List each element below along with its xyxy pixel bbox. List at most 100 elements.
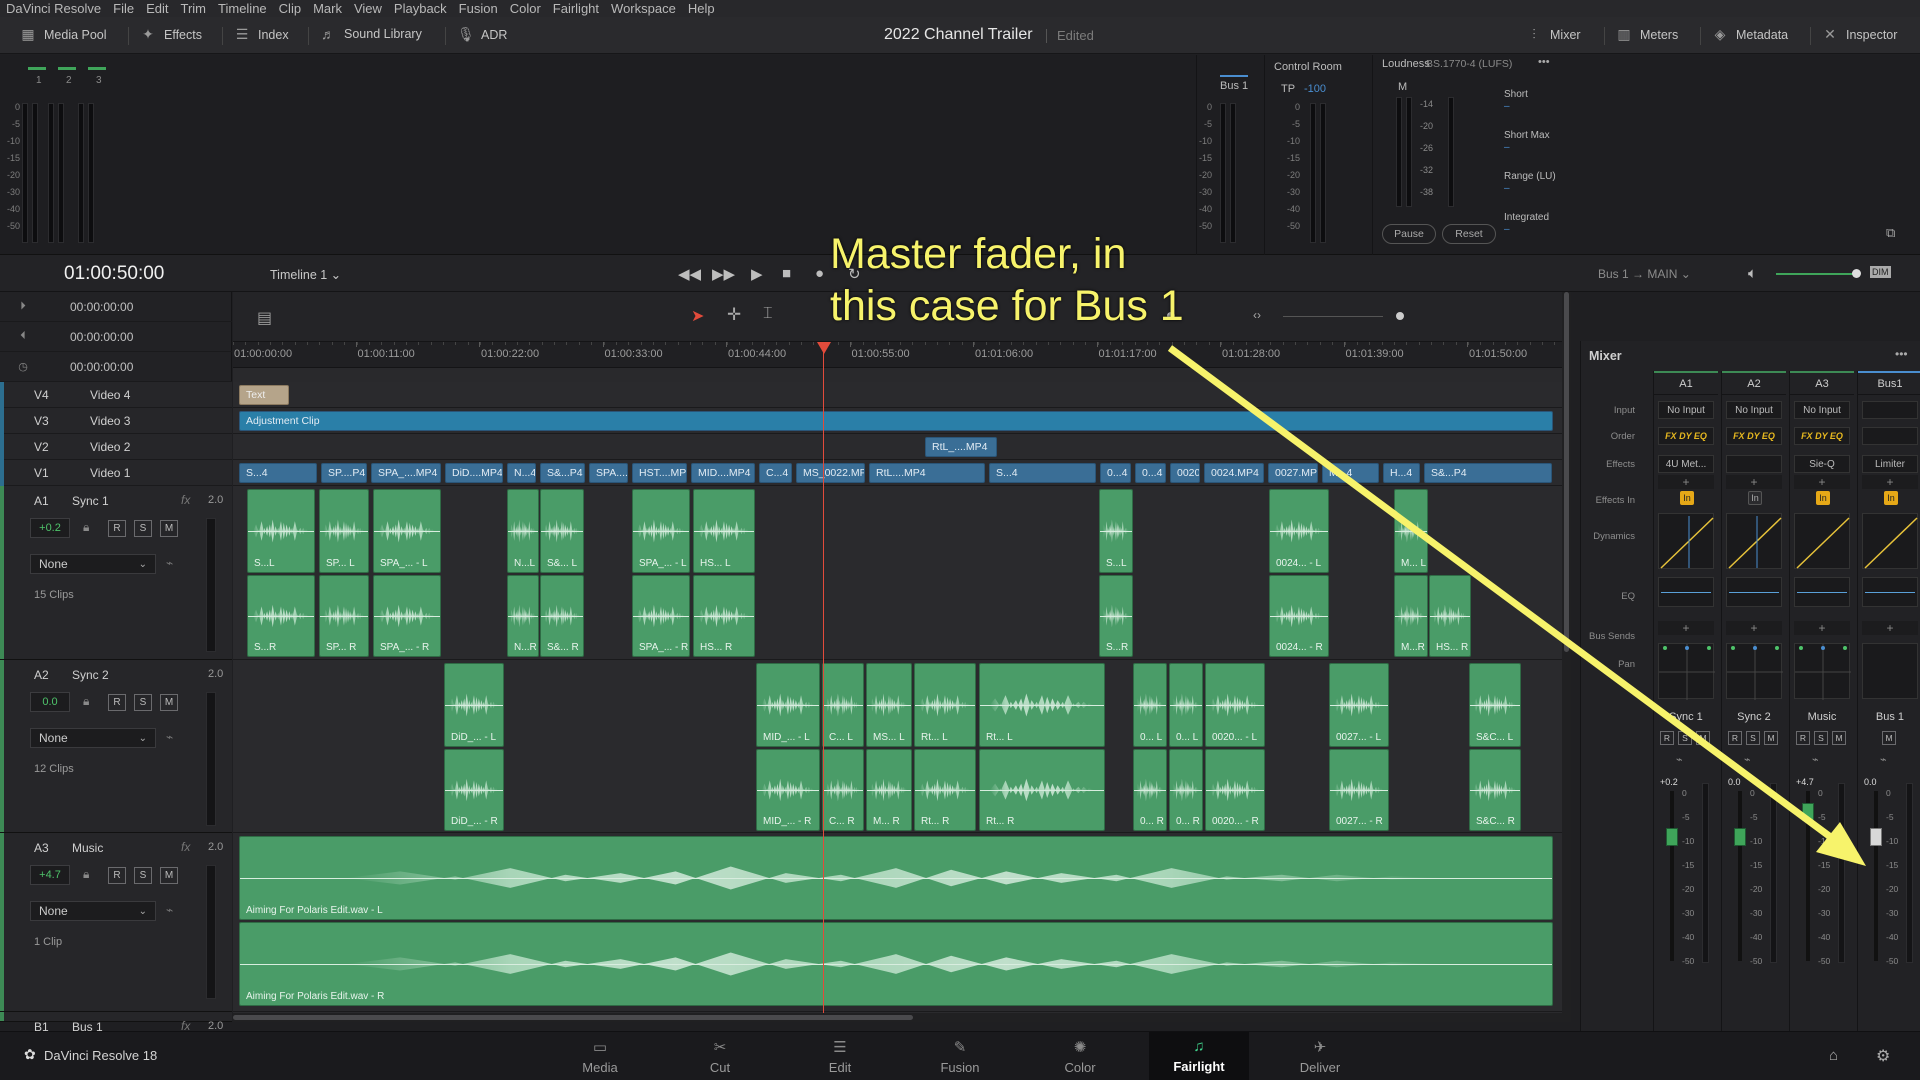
effects-in-button[interactable]: In bbox=[1816, 491, 1830, 505]
fader-value[interactable]: 0.0 bbox=[1864, 777, 1877, 787]
dim-button[interactable]: DIM bbox=[1870, 266, 1891, 278]
video-track-header[interactable]: V2 Video 2 bbox=[0, 434, 232, 460]
video-clip[interactable]: DiD....MP4 bbox=[445, 463, 503, 483]
audio-clip[interactable]: Aiming For Polaris Edit.wav - L bbox=[239, 836, 1553, 920]
video-clip[interactable]: RtL....MP4 bbox=[869, 463, 985, 483]
menu-fusion[interactable]: Fusion bbox=[459, 1, 498, 16]
automation-mode-select[interactable]: None ⌄ bbox=[30, 901, 156, 921]
automation-icon[interactable]: ⌁ bbox=[166, 730, 173, 744]
audio-clip[interactable]: M...R bbox=[1394, 575, 1428, 657]
add-effect-icon[interactable]: + bbox=[1862, 475, 1918, 489]
media-pool-button[interactable]: ▦ Media Pool bbox=[20, 26, 106, 43]
fader-track[interactable] bbox=[1874, 791, 1878, 961]
mixer-options-icon[interactable]: ••• bbox=[1895, 347, 1908, 361]
pointer-tool-icon[interactable]: ➤ bbox=[691, 306, 704, 326]
timeline-vertical-scrollbar[interactable] bbox=[1562, 292, 1571, 1022]
expand-icon[interactable]: ⧉ bbox=[1886, 225, 1895, 241]
automation-mode-select[interactable]: None ⌄ bbox=[30, 554, 156, 574]
audio-clip[interactable]: S&... R bbox=[540, 575, 584, 657]
video-clip[interactable]: HST....MP4 bbox=[632, 463, 687, 483]
effects-in-button[interactable]: In bbox=[1680, 491, 1694, 505]
audio-clip[interactable]: SPA_... - R bbox=[632, 575, 690, 657]
video-clip[interactable]: 0024.MP4 bbox=[1204, 463, 1264, 483]
pause-button[interactable]: Pause bbox=[1382, 224, 1436, 244]
eq-graph[interactable] bbox=[1862, 577, 1918, 607]
range-tool-icon[interactable]: ✛ bbox=[727, 305, 741, 325]
automation-icon[interactable]: ⌁ bbox=[166, 903, 173, 917]
playhead-handle[interactable] bbox=[817, 342, 831, 354]
mute-button[interactable]: M bbox=[1882, 731, 1896, 745]
audio-clip[interactable]: DiD_... - L bbox=[444, 663, 504, 747]
eq-graph[interactable] bbox=[1794, 577, 1850, 607]
solo-button[interactable]: S bbox=[1814, 731, 1828, 745]
video-lane-v1[interactable]: S...4 SP....P4 SPA_....MP4 DiD....MP4 N...4 S… bbox=[233, 460, 1571, 486]
automation-icon[interactable]: ⌁ bbox=[1676, 753, 1683, 766]
pan-control[interactable] bbox=[1658, 643, 1715, 700]
audio-clip[interactable]: 0... R bbox=[1133, 749, 1167, 831]
audio-clip[interactable]: MS... L bbox=[866, 663, 912, 747]
play-button[interactable]: ▶ bbox=[751, 265, 763, 283]
channel-fader-handle[interactable] bbox=[1802, 803, 1814, 822]
add-effect-icon[interactable]: + bbox=[1658, 475, 1714, 489]
mute-button[interactable]: M bbox=[160, 520, 178, 537]
fx-indicator[interactable]: fx bbox=[181, 840, 190, 854]
master-fader-handle[interactable] bbox=[1870, 827, 1882, 846]
page-tab-media[interactable]: ▭ Media bbox=[550, 1032, 650, 1080]
timeline-view-icon[interactable]: ▤ bbox=[257, 308, 272, 328]
effects-slot[interactable]: 4U Met... bbox=[1658, 455, 1714, 473]
solo-button[interactable]: S bbox=[1746, 731, 1760, 745]
bus-send-add-icon[interactable]: + bbox=[1658, 621, 1714, 635]
video-clip[interactable]: 0...4 bbox=[1100, 463, 1131, 483]
home-icon[interactable]: ⌂ bbox=[1829, 1047, 1838, 1064]
solo-button[interactable]: S bbox=[134, 520, 152, 537]
video-clip[interactable]: 0...4 bbox=[1135, 463, 1166, 483]
fx-indicator[interactable]: fx bbox=[181, 493, 190, 507]
sound-library-button[interactable]: ♬ Sound Library bbox=[320, 26, 422, 42]
add-effect-icon[interactable]: + bbox=[1726, 475, 1782, 489]
fast-forward-button[interactable]: ▶▶ bbox=[712, 265, 735, 283]
track-volume-field[interactable]: +0.2 bbox=[30, 518, 70, 538]
menu-playback[interactable]: Playback bbox=[394, 1, 447, 16]
record-arm-button[interactable]: R bbox=[1660, 731, 1674, 745]
audio-clip[interactable]: Rt... R bbox=[914, 749, 976, 831]
dynamics-graph[interactable] bbox=[1658, 513, 1714, 569]
video-clip[interactable]: C...4 bbox=[759, 463, 792, 483]
audio-clip[interactable]: 0020... - L bbox=[1205, 663, 1265, 747]
timeline-selector[interactable]: Timeline 1 ⌄ bbox=[270, 267, 341, 282]
processing-order[interactable]: FX DY EQ bbox=[1658, 427, 1714, 445]
video-lane-v2[interactable]: RtL_....MP4 bbox=[233, 434, 1571, 460]
audio-clip[interactable]: Aiming For Polaris Edit.wav - R bbox=[239, 922, 1553, 1006]
record-arm-button[interactable]: R bbox=[108, 520, 126, 537]
bus-send-add-icon[interactable]: + bbox=[1794, 621, 1850, 635]
lock-icon[interactable]: 🔒︎ bbox=[83, 520, 89, 535]
channel-fader-handle[interactable] bbox=[1666, 827, 1678, 846]
zoom-icon[interactable]: ‹› bbox=[1253, 308, 1261, 322]
mute-button[interactable]: M bbox=[1832, 731, 1846, 745]
menu-mark[interactable]: Mark bbox=[313, 1, 342, 16]
inspector-button[interactable]: ✕ Inspector bbox=[1822, 26, 1897, 43]
video-lane-v3[interactable]: Adjustment Clip bbox=[233, 408, 1571, 434]
playhead[interactable] bbox=[823, 342, 824, 1022]
edit-tool-icon[interactable]: ⌶ bbox=[763, 305, 773, 323]
stop-button[interactable]: ■ bbox=[782, 265, 791, 282]
audio-track-header[interactable]: B1 Bus 1 fx 2.0 bbox=[0, 1012, 232, 1034]
mute-button[interactable]: M bbox=[1764, 731, 1778, 745]
audio-clip[interactable]: 0027... - L bbox=[1329, 663, 1389, 747]
audio-clip[interactable]: HS... L bbox=[693, 489, 755, 573]
processing-order[interactable]: FX DY EQ bbox=[1726, 427, 1782, 445]
audio-clip[interactable]: 0020... - R bbox=[1205, 749, 1265, 831]
fader-track[interactable] bbox=[1670, 791, 1674, 961]
audio-clip[interactable]: M... L bbox=[1394, 489, 1428, 573]
timeline-horizontal-scrollbar[interactable] bbox=[233, 1013, 1562, 1022]
audio-clip[interactable]: 0024... - L bbox=[1269, 489, 1329, 573]
zoom-slider-handle-a[interactable] bbox=[1167, 312, 1175, 320]
audio-clip[interactable]: M... R bbox=[866, 749, 912, 831]
solo-button[interactable]: S bbox=[1678, 731, 1692, 745]
menu-file[interactable]: File bbox=[113, 1, 134, 16]
video-clip[interactable]: S...4 bbox=[989, 463, 1096, 483]
video-clip[interactable]: N...4 bbox=[507, 463, 536, 483]
solo-button[interactable]: S bbox=[134, 867, 152, 884]
solo-button[interactable]: S bbox=[134, 694, 152, 711]
audio-clip[interactable]: 0... L bbox=[1169, 663, 1203, 747]
mute-button[interactable]: M bbox=[160, 694, 178, 711]
